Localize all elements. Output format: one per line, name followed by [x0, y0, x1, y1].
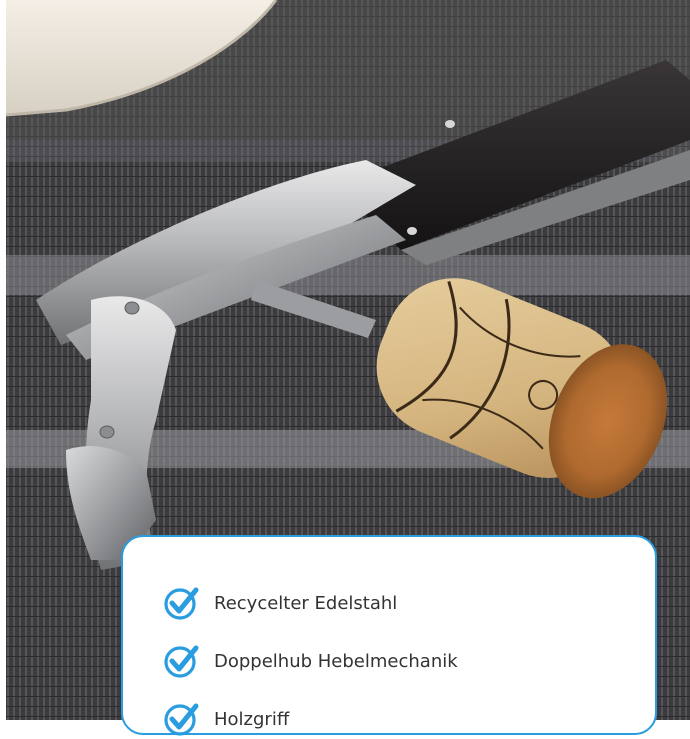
check-circle-icon — [164, 703, 199, 736]
feature-item: Doppelhub Hebelmechanik — [163, 641, 458, 681]
feature-label: Holzgriff — [214, 708, 290, 730]
check-circle-icon — [164, 587, 199, 620]
feature-list-card: Recycelter Edelstahl Doppelhub Hebelmech… — [121, 535, 657, 736]
feature-item: Holzgriff — [163, 699, 289, 739]
feature-label: Recycelter Edelstahl — [214, 592, 398, 614]
feature-item: Recycelter Edelstahl — [163, 583, 397, 623]
feature-label: Doppelhub Hebelmechanik — [214, 650, 458, 672]
check-circle-icon — [164, 645, 199, 678]
